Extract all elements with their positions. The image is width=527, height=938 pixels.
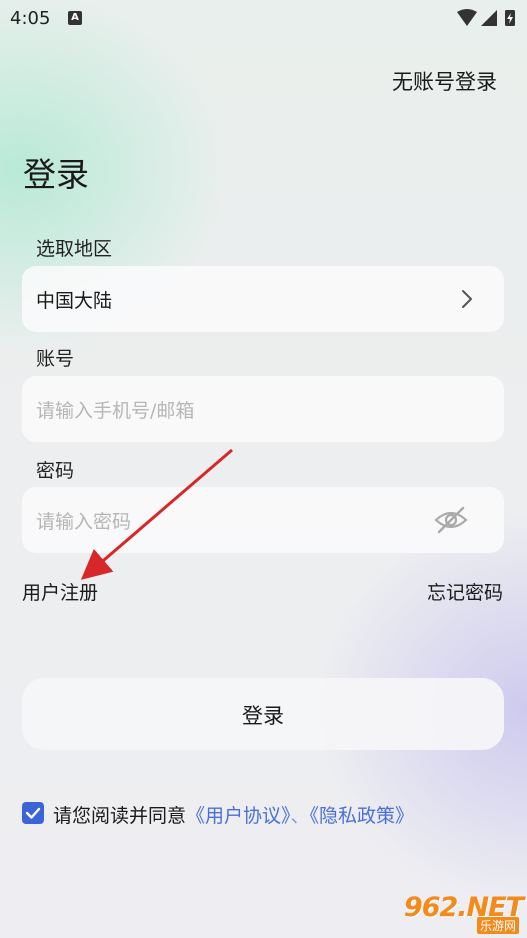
login-button[interactable]: 登录 — [22, 678, 504, 750]
watermark-logo: 962.NET 乐游网 — [387, 892, 524, 934]
watermark-sub: 乐游网 — [476, 917, 519, 934]
agreement-text: 请您阅读并同意《用户协议》、《隐私政策》 — [53, 801, 414, 828]
status-time: 4:05 — [10, 8, 51, 29]
no-account-login-link[interactable]: 无账号登录 — [392, 66, 497, 96]
register-link[interactable]: 用户注册 — [22, 578, 98, 605]
status-icons — [457, 9, 515, 26]
user-agreement-link[interactable]: 《用户协议》 — [186, 805, 291, 827]
page-title: 登录 — [23, 155, 89, 194]
checkmark-icon — [25, 807, 41, 819]
status-bar: 4:05 A — [0, 0, 527, 36]
password-input[interactable]: 请输入密码 — [22, 487, 504, 553]
password-label: 密码 — [36, 460, 75, 482]
account-input[interactable]: 请输入手机号/邮箱 — [22, 376, 504, 442]
region-value: 中国大陆 — [36, 290, 113, 312]
eye-off-icon[interactable] — [434, 505, 468, 535]
password-placeholder: 请输入密码 — [36, 511, 132, 533]
region-selector[interactable]: 中国大陆 — [22, 266, 504, 332]
privacy-policy-link[interactable]: 《隐私政策》 — [310, 805, 415, 827]
agreement-prefix: 请您阅读并同意 — [53, 805, 187, 827]
signal-icon — [481, 10, 497, 26]
wifi-icon — [457, 9, 477, 26]
annotation-arrow — [80, 448, 233, 580]
account-placeholder: 请输入手机号/邮箱 — [36, 400, 195, 422]
chevron-right-icon — [462, 290, 472, 308]
notification-icon: A — [68, 11, 82, 25]
region-label: 选取地区 — [36, 238, 113, 260]
agreement-checkbox[interactable] — [22, 802, 44, 824]
login-button-label: 登录 — [242, 704, 284, 728]
account-label: 账号 — [36, 348, 75, 370]
forgot-password-link[interactable]: 忘记密码 — [427, 578, 503, 605]
agreement-separator: 、 — [290, 805, 310, 827]
